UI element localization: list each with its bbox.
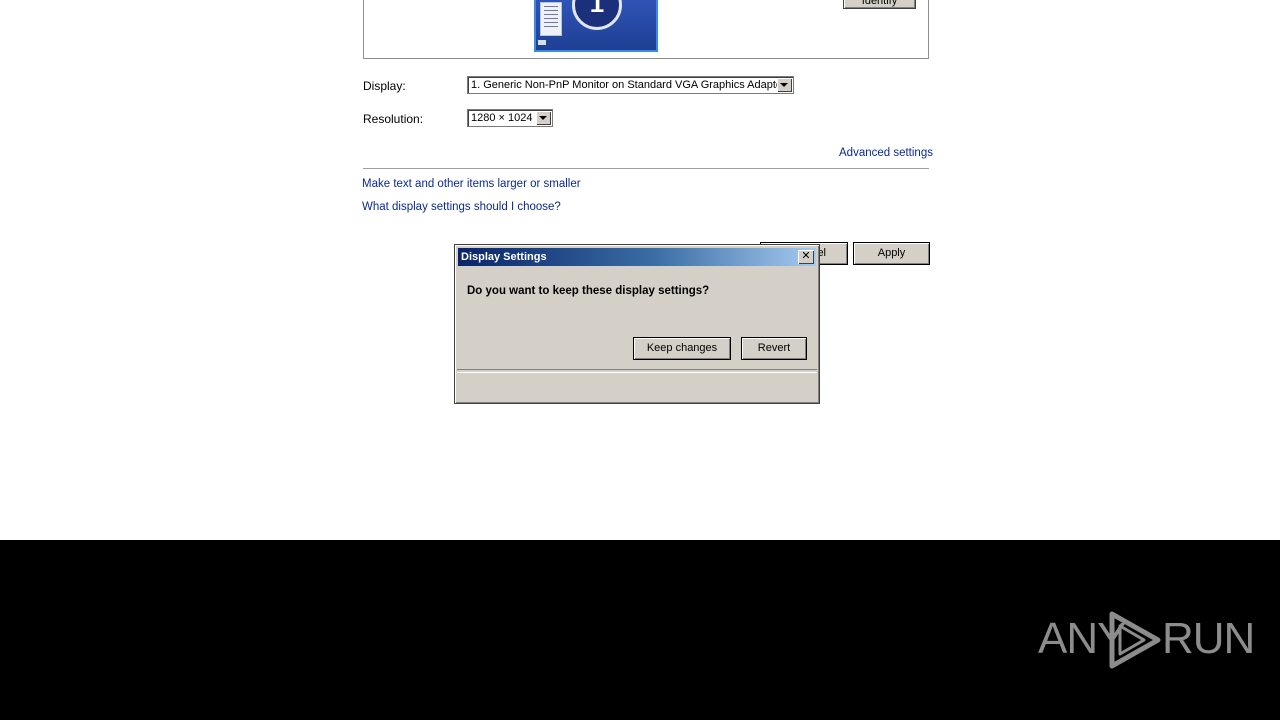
dialog-question: Do you want to keep these display settin… xyxy=(467,285,710,297)
resolution-select-value: 1280 × 1024 xyxy=(471,112,533,124)
document-icon xyxy=(540,2,562,36)
revert-button[interactable]: Revert xyxy=(741,337,807,360)
apply-button[interactable]: Apply xyxy=(853,242,930,265)
resolution-select[interactable]: 1280 × 1024 xyxy=(467,109,553,127)
keep-changes-button[interactable]: Keep changes xyxy=(633,337,731,360)
logo-text-right: RUN xyxy=(1162,614,1255,663)
dialog-titlebar[interactable]: Display Settings ✕ xyxy=(458,248,816,266)
display-label: Display: xyxy=(363,79,406,93)
display-settings-dialog: Display Settings ✕ Do you want to keep t… xyxy=(454,244,820,404)
anyrun-logo: ANY RUN xyxy=(1038,608,1255,672)
dialog-divider xyxy=(457,369,817,373)
resolution-label: Resolution: xyxy=(363,112,424,126)
close-icon[interactable]: ✕ xyxy=(798,250,814,264)
display-select-value: 1. Generic Non-PnP Monitor on Standard V… xyxy=(471,79,786,91)
display-help-link[interactable]: What display settings should I choose? xyxy=(362,201,561,213)
identify-button[interactable]: Identify xyxy=(843,0,916,9)
chevron-down-icon[interactable] xyxy=(777,78,792,92)
text-size-link[interactable]: Make text and other items larger or smal… xyxy=(362,178,581,190)
taskbar-icon xyxy=(538,40,546,45)
divider xyxy=(363,168,929,169)
display-select[interactable]: 1. Generic Non-PnP Monitor on Standard V… xyxy=(467,76,794,94)
chevron-down-icon[interactable] xyxy=(536,111,551,125)
advanced-settings-link[interactable]: Advanced settings xyxy=(839,147,933,159)
monitor-1-thumbnail[interactable]: 1 xyxy=(534,0,658,52)
play-icon xyxy=(1109,611,1161,669)
dialog-title: Display Settings xyxy=(461,251,547,263)
monitor-number-badge: 1 xyxy=(572,0,622,30)
